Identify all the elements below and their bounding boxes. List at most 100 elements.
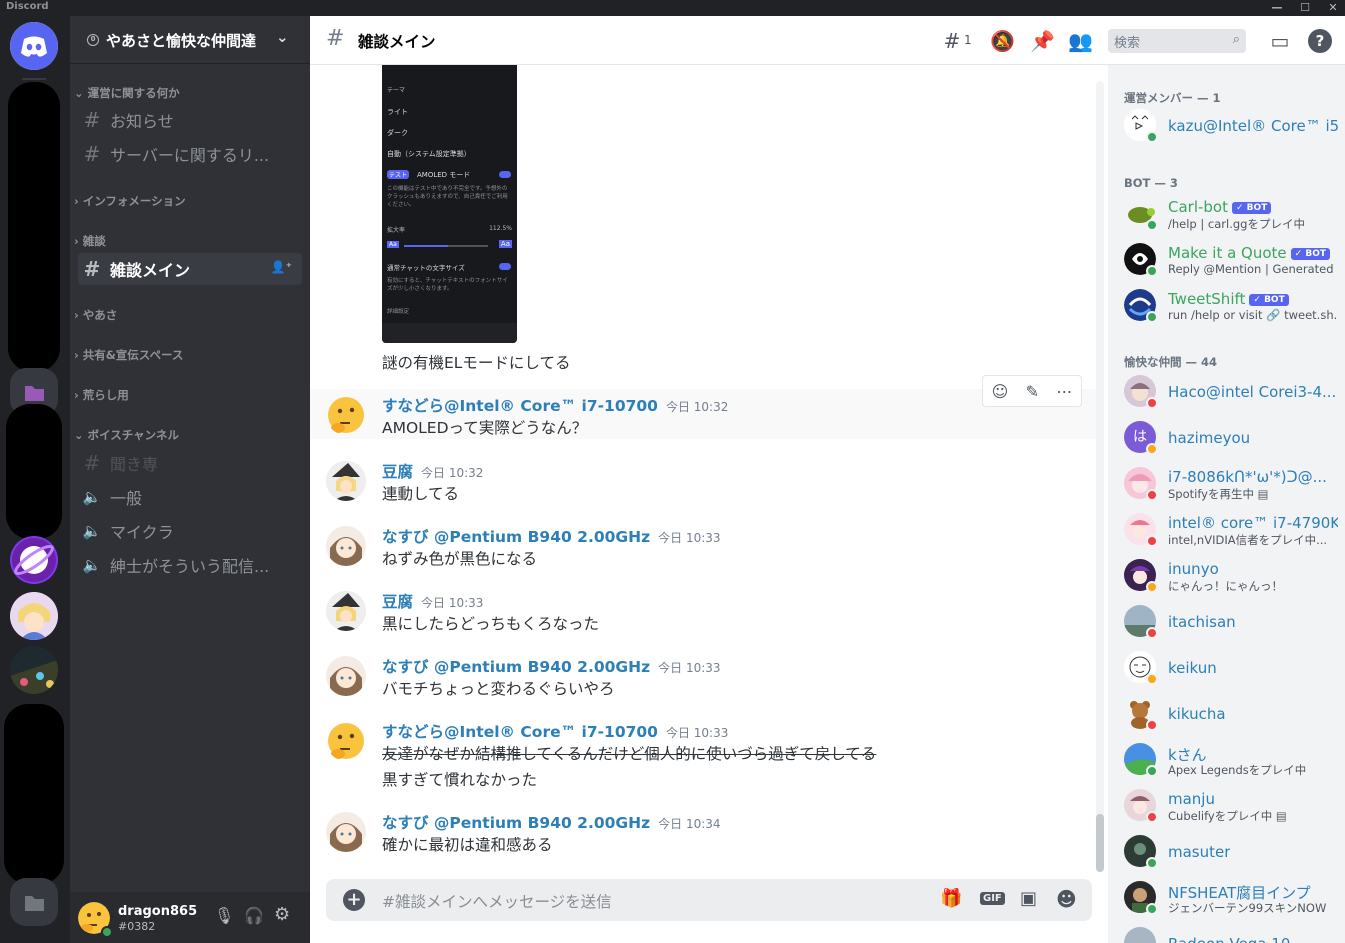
invite-member-icon[interactable]: 👤⁺ xyxy=(271,260,292,274)
avatar[interactable] xyxy=(326,721,366,761)
member-item[interactable]: intel® core™ i7-4790K ... intel,nVIDIA信者… xyxy=(1124,509,1339,551)
microphone-icon[interactable]: 🎙 xyxy=(214,906,234,925)
member-item[interactable]: kikucha xyxy=(1124,693,1339,735)
category-header[interactable]: › インフォメーション xyxy=(74,193,186,209)
member-item[interactable]: Make it a Quote ✓ BOT Reply @Mention | Ge… xyxy=(1124,239,1339,281)
category-header[interactable]: › 共有&宣伝スペース xyxy=(74,347,183,363)
bot-badge: ✓ BOT xyxy=(1249,294,1289,306)
author-name[interactable]: なすび @Pentium B940 2.00GHz 今日 10:33 xyxy=(382,525,721,547)
channel-server-rules[interactable]: # サーバーに関するリ... xyxy=(78,138,302,170)
member-name: inunyo xyxy=(1168,560,1219,578)
edit-pencil-icon[interactable]: ✎ xyxy=(1026,382,1039,401)
add-reaction-icon[interactable]: ☺ xyxy=(992,382,1009,401)
member-item[interactable]: Haco@intel Corei3-4... xyxy=(1124,371,1339,413)
member-item[interactable]: kさん Apex Legendsをプレイ中 xyxy=(1124,739,1339,781)
member-item[interactable]: i7-8086kᑎ*'ω'*)ᑐ@... Spotifyを再生中 ▤ xyxy=(1124,463,1339,505)
emoji-icon[interactable]: ☻ xyxy=(1056,887,1077,911)
category-header[interactable]: › 荒らし用 xyxy=(74,387,129,403)
author-name[interactable]: すなどら@Intel® Core™ i7-10700 今日 10:32 xyxy=(382,394,728,416)
member-item[interactable]: keikun xyxy=(1124,647,1339,689)
member-item[interactable]: NFSHEAT腐目インプ ジェンバーテン99スキンNOW xyxy=(1124,877,1339,919)
server-boost-badge: 0 xyxy=(87,34,99,46)
member-item[interactable]: Radeon Vega 10 xyxy=(1124,923,1339,943)
avatar[interactable] xyxy=(326,526,366,566)
member-item[interactable]: itachisan xyxy=(1124,601,1339,643)
member-category: 愉快な仲間 — 44 xyxy=(1124,355,1218,369)
status-online-icon xyxy=(101,926,113,938)
girl-avatar-icon xyxy=(326,812,366,852)
category-header[interactable]: › 雑談 xyxy=(74,233,106,249)
member-item[interactable]: Carl-bot ✓ BOT /help | carl.ggをプレイ中 xyxy=(1124,193,1339,235)
channel-sidebar: 0 やあさと愉快な仲間達 ⌄ ⌄ 運営に関する何か # お知らせ # サーバーに関す… xyxy=(70,16,310,943)
close-button[interactable]: ✕ xyxy=(1318,0,1345,16)
status-dnd-icon xyxy=(1146,627,1158,639)
server-list xyxy=(0,16,70,943)
message-input[interactable]: #雑談メインへメッセージを送信 xyxy=(382,890,612,912)
gift-icon[interactable]: 🎁 xyxy=(940,888,962,909)
girl-avatar-icon xyxy=(326,526,366,566)
member-item[interactable]: kazu@Intel® Core™ i5-... xyxy=(1124,105,1339,147)
author-name[interactable]: すなどら@Intel® Core™ i7-10700 今日 10:33 xyxy=(382,720,728,742)
avatar[interactable] xyxy=(326,656,366,696)
voice-channel-ippan[interactable]: 🔈 一般 xyxy=(78,481,302,513)
member-item[interactable]: は hazimeyou xyxy=(1124,417,1339,459)
category-header[interactable]: › やあさ xyxy=(74,307,117,323)
maximize-button[interactable]: ☐ xyxy=(1290,0,1320,16)
scrollbar-thumb[interactable] xyxy=(1096,814,1104,872)
status-online-icon xyxy=(1146,765,1158,777)
member-item[interactable]: inunyo にゃんっ！にゃんっ！ xyxy=(1124,555,1339,597)
server-folder-2[interactable] xyxy=(10,878,58,926)
gif-button[interactable]: GIF xyxy=(980,892,1005,905)
status-dnd-icon xyxy=(1146,397,1158,409)
category-header[interactable]: ⌄ ボイスチャンネル xyxy=(74,427,179,443)
voice-channel-minecraft[interactable]: 🔈 マイクラ xyxy=(78,515,302,547)
minimize-button[interactable]: — xyxy=(1262,0,1292,16)
member-name: Radeon Vega 10 xyxy=(1168,935,1290,943)
server-icon-ring[interactable] xyxy=(10,536,58,584)
member-name: manju xyxy=(1168,790,1215,808)
author-name[interactable]: 豆腐 今日 10:33 xyxy=(382,590,483,612)
message-text: 黒にしたらどっちもくろなった xyxy=(382,615,600,633)
status-online-icon xyxy=(1146,857,1158,869)
pin-icon[interactable]: 📌 xyxy=(1030,29,1055,53)
member-name: kikucha xyxy=(1168,705,1226,723)
server-header[interactable]: 0 やあさと愉快な仲間達 ⌄ xyxy=(70,16,310,64)
author-name[interactable]: なすび @Pentium B940 2.00GHz 今日 10:34 xyxy=(382,811,721,833)
member-status: run /help or visit 🔗 tweet.sh... xyxy=(1168,308,1338,322)
voice-channel-gentleman[interactable]: 🔈 紳士がそういう配信... xyxy=(78,549,302,581)
more-options-icon[interactable]: ⋯ xyxy=(1056,382,1072,401)
inbox-icon[interactable]: ▭ xyxy=(1268,29,1292,53)
avatar[interactable] xyxy=(326,395,366,435)
discord-home-button[interactable] xyxy=(10,22,58,70)
search-input[interactable]: 検索 ⌕ xyxy=(1108,29,1246,53)
channel-zatsudan-main[interactable]: # 雑談メイン 👤⁺ xyxy=(78,253,302,285)
bot-badge: ✓ BOT xyxy=(1232,202,1272,214)
notification-muted-icon[interactable]: 🔕 xyxy=(990,29,1015,53)
scrollbar-track[interactable] xyxy=(1096,81,1104,871)
gear-icon[interactable]: ⚙ xyxy=(274,904,290,925)
help-icon[interactable]: ? xyxy=(1308,29,1332,53)
server-icon-anime[interactable] xyxy=(10,592,58,640)
avatar[interactable] xyxy=(326,591,366,631)
guild-divider xyxy=(22,78,46,80)
sticker-icon[interactable]: ▣ xyxy=(1020,888,1037,909)
username: dragon865 xyxy=(118,904,198,919)
add-attachment-icon[interactable]: + xyxy=(343,889,365,911)
author-name[interactable]: 豆腐 今日 10:32 xyxy=(382,460,483,482)
headphones-icon[interactable]: 🎧 xyxy=(244,906,264,925)
member-item[interactable]: masuter xyxy=(1124,831,1339,873)
member-item[interactable]: manju Cubelifyをプレイ中 ▤ xyxy=(1124,785,1339,827)
avatar[interactable] xyxy=(326,461,366,501)
threads-icon[interactable]: # xyxy=(940,29,964,53)
category-header[interactable]: ⌄ 運営に関する何か xyxy=(74,85,180,101)
member-name: Haco@intel Corei3-4... xyxy=(1168,383,1337,401)
channel-kikisen[interactable]: # 聞き専 xyxy=(78,447,302,479)
member-status: Apex Legendsをプレイ中 xyxy=(1168,763,1307,777)
witch-avatar-icon xyxy=(326,461,366,501)
server-icon-concert[interactable] xyxy=(10,646,58,694)
channel-oshirase[interactable]: # お知らせ xyxy=(78,104,302,136)
member-item[interactable]: TweetShift ✓ BOT run /help or visit 🔗 twe… xyxy=(1124,285,1339,327)
member-list-icon[interactable]: 👥 xyxy=(1068,29,1093,53)
avatar[interactable] xyxy=(326,812,366,852)
author-name[interactable]: なすび @Pentium B940 2.00GHz 今日 10:33 xyxy=(382,655,721,677)
